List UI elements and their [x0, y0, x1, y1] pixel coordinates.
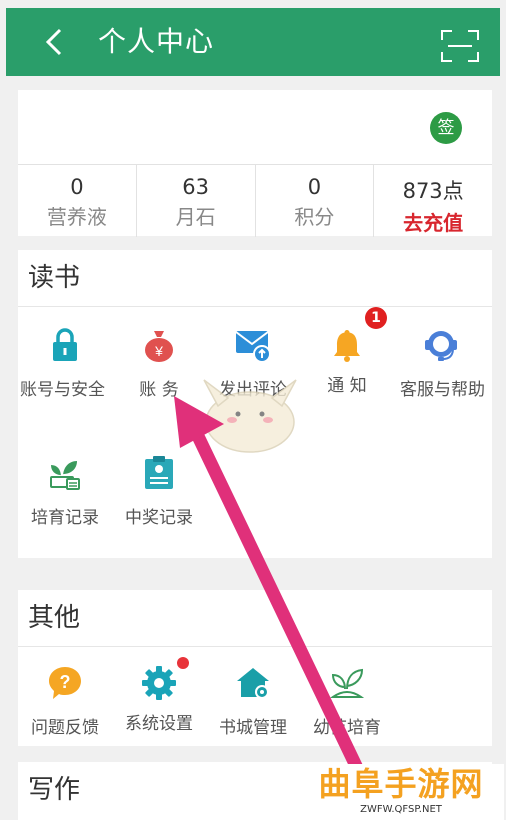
item-label: 幼苗培育: [313, 718, 381, 738]
item-label: 培育记录: [31, 508, 99, 528]
stat-moonstone[interactable]: 63 月石: [137, 165, 256, 237]
feedback-item[interactable]: ? 问题反馈: [18, 665, 112, 740]
svg-text:?: ?: [60, 672, 71, 692]
settings-item[interactable]: 系统设置: [112, 657, 206, 736]
stat-label: 营养液: [46, 205, 107, 229]
others-section: 其他 ? 问题反馈 系统设置 书城管理 幼苗培育: [18, 590, 492, 746]
stats-row: 0 营养液 63 月石 0 积分 873点 去充值: [18, 164, 492, 237]
customer-service-item[interactable]: 客服与帮助: [394, 327, 488, 402]
back-icon[interactable]: [40, 26, 70, 58]
stat-points[interactable]: 0 积分: [256, 165, 375, 237]
mail-upload-icon: [235, 331, 271, 363]
item-label: 系统设置: [125, 714, 193, 734]
account-security-item[interactable]: 账号与安全: [18, 327, 112, 402]
sprout-record-icon: [50, 461, 80, 490]
svg-text:¥: ¥: [154, 343, 163, 359]
bookstore-manage-item[interactable]: 书城管理: [206, 665, 300, 740]
bell-icon: 1: [329, 307, 387, 363]
item-label: 账号与安全: [20, 380, 105, 400]
notification-item[interactable]: 1 通 知: [300, 307, 394, 398]
stat-label: 月石: [175, 205, 216, 229]
settings-badge-dot: [177, 657, 189, 669]
house-gear-icon: [237, 668, 269, 699]
cultivation-record-item[interactable]: 培育记录: [18, 455, 112, 530]
watermark-text: 曲阜手游网: [318, 765, 484, 803]
recharge-link[interactable]: 去充值: [374, 207, 492, 236]
prize-record-item[interactable]: 中奖记录: [112, 455, 206, 530]
section-title: 读书: [18, 250, 492, 307]
gear-icon: [141, 657, 189, 701]
item-label: 问题反馈: [31, 718, 99, 738]
page-title: 个人中心: [98, 25, 215, 58]
stat-recharge[interactable]: 873点 去充值: [374, 165, 492, 237]
stat-value: 873点: [402, 179, 464, 203]
item-label: 账 务: [139, 380, 179, 400]
stat-value: 0: [307, 175, 322, 199]
mascot-watermark: [203, 379, 297, 453]
item-label: 书城管理: [219, 718, 287, 738]
item-label: 客服与帮助: [400, 380, 485, 400]
profile-card: 签 0 营养液 63 月石 0 积分 873点 去充值: [18, 90, 492, 237]
seedling-icon: [329, 668, 365, 698]
headset-icon: [425, 331, 457, 361]
notification-badge: 1: [365, 307, 387, 329]
money-bag-icon: ¥: [145, 331, 173, 362]
billing-item[interactable]: ¥ 账 务: [112, 327, 206, 402]
lock-icon: [53, 328, 77, 361]
question-icon: ?: [49, 667, 81, 699]
top-bar: 个人中心: [6, 8, 500, 76]
stat-value: 63: [182, 175, 209, 199]
sign-in-button[interactable]: 签: [430, 112, 462, 144]
item-label: 中奖记录: [125, 508, 193, 528]
watermark-url: ZWFW.QFSP.NET: [360, 804, 442, 815]
item-label: 通 知: [327, 376, 367, 396]
scan-icon[interactable]: [440, 28, 480, 64]
seedling-cultivation-item[interactable]: 幼苗培育: [300, 665, 394, 740]
prize-record-icon: [145, 456, 173, 489]
site-watermark: 曲阜手游网 ZWFW.QFSP.NET: [298, 764, 504, 820]
stat-nutrient[interactable]: 0 营养液: [18, 165, 137, 237]
stat-value: 0: [70, 175, 84, 199]
stat-label: 积分: [294, 205, 335, 229]
section-title: 其他: [18, 590, 492, 647]
